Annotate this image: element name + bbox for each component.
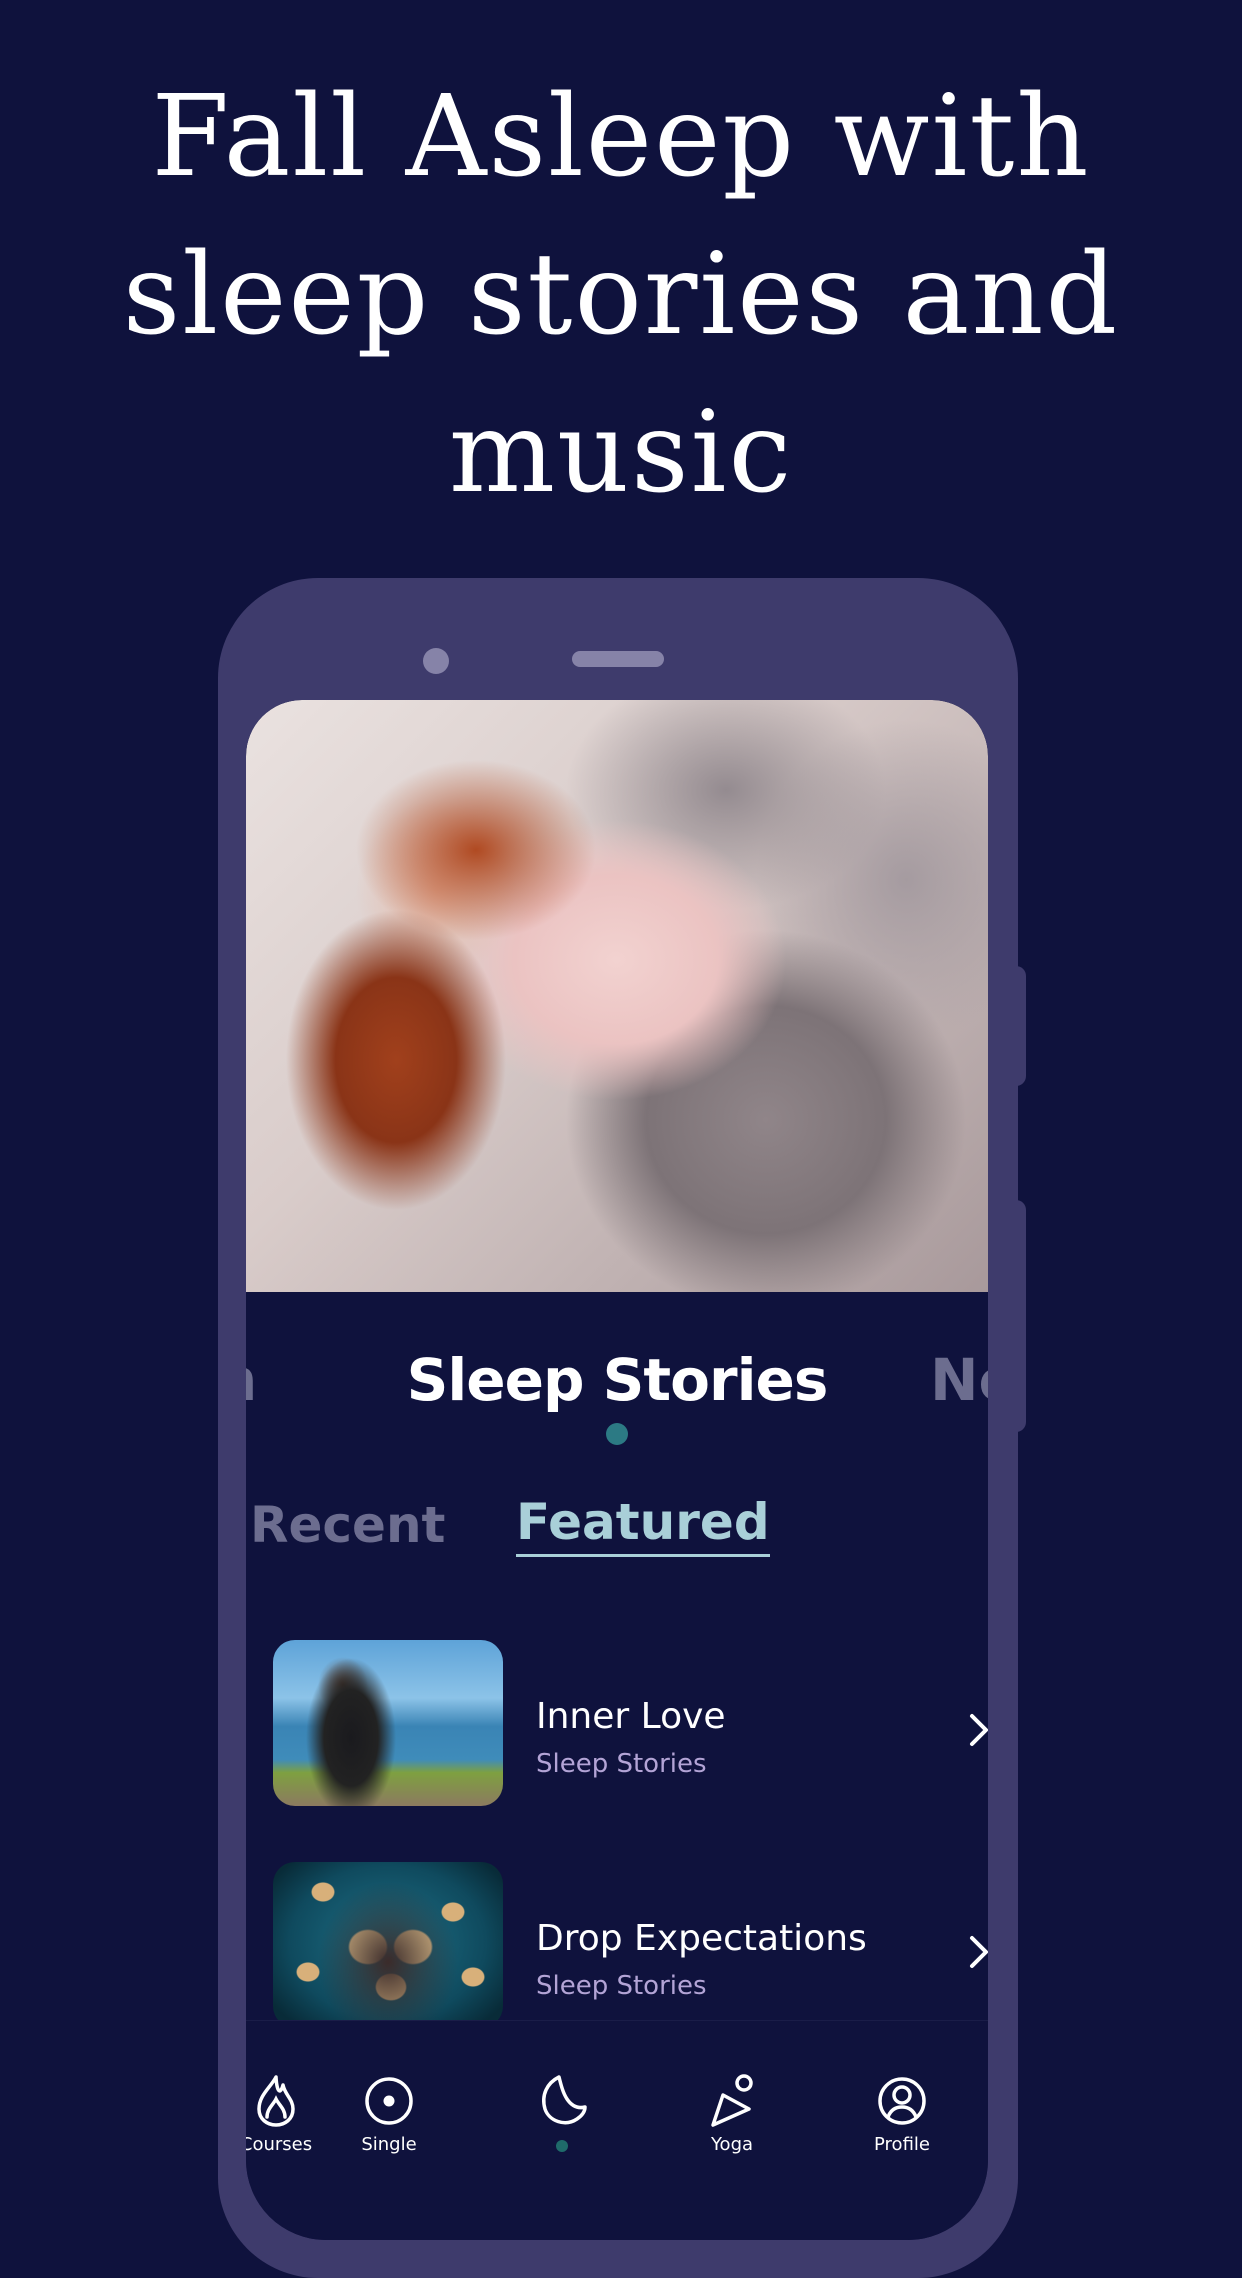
headline-line-2: sleep stories and [122,230,1120,360]
category-active[interactable]: Sleep Stories [396,1340,838,1420]
subtab-bar: Recent Featured [246,1490,988,1560]
moon-icon [542,2075,587,2125]
category-prev[interactable]: n [246,1340,257,1420]
app-screen: n Sleep Stories Ne Recent Featured Inner… [246,700,988,2240]
chevron-right-icon[interactable] [964,1932,988,1972]
nav-label: Yoga [710,2134,754,2155]
list-item[interactable]: Inner Love Sleep Stories [246,1640,988,1808]
nav-active-indicator-dot [556,2140,568,2152]
tab-recent[interactable]: Recent [250,1490,445,1560]
nav-sleep[interactable] [502,2021,622,2161]
marketing-headline: Fall Asleep with sleep stories and music [60,58,1182,532]
category-carousel[interactable]: n Sleep Stories Ne [246,1340,988,1420]
list-item[interactable]: Drop Expectations Sleep Stories [246,1862,988,2030]
nav-profile[interactable]: Profile [842,2021,962,2161]
bottom-navigation: Courses Single Yoga Profile [246,2020,988,2240]
item-subtitle: Sleep Stories [536,1749,707,1779]
nav-label: Profile [874,2134,930,2155]
profile-icon [878,2077,926,2125]
nav-single[interactable]: Single [329,2021,449,2161]
nav-yoga[interactable]: Yoga [672,2021,792,2161]
nav-label: Single [361,2134,417,2155]
flame-icon [257,2075,295,2127]
item-title: Drop Expectations [536,1918,867,1959]
front-camera [423,648,449,674]
headline-line-1: Fall Asleep with [151,72,1091,202]
nav-label: Courses [246,2134,313,2155]
hero-image-sleeping-woman [246,700,988,1292]
target-circle-icon [365,2077,413,2125]
category-next[interactable]: Ne [930,1340,988,1420]
item-thumbnail [273,1862,503,2028]
nav-courses[interactable]: Courses [246,2021,336,2161]
phone-speaker [572,651,664,667]
chevron-right-icon[interactable] [964,1710,988,1750]
item-title: Inner Love [536,1696,726,1737]
tab-featured[interactable]: Featured [516,1490,770,1557]
item-thumbnail [273,1640,503,1806]
headline-line-3: music [448,388,794,518]
item-subtitle: Sleep Stories [536,1971,707,2001]
yoga-pose-icon [711,2074,753,2127]
category-indicator-dot [606,1423,628,1445]
